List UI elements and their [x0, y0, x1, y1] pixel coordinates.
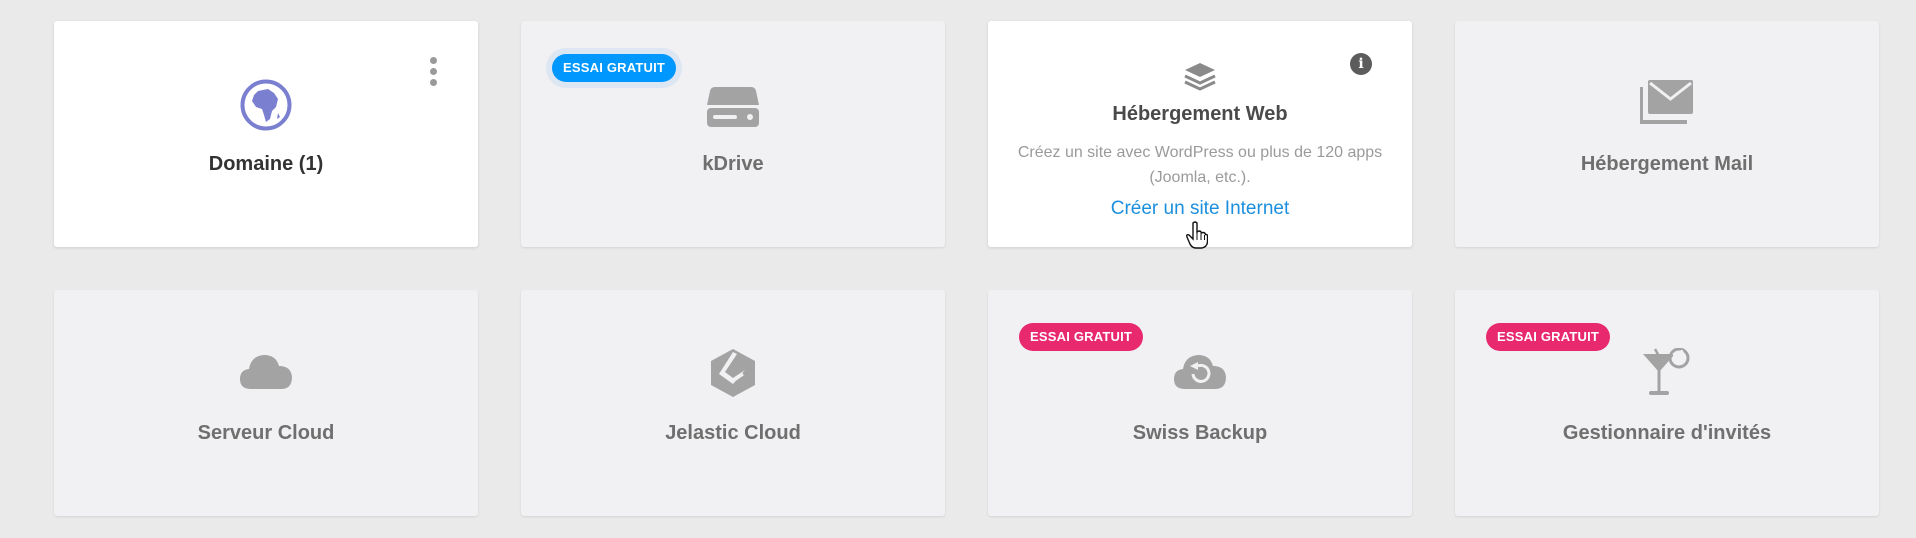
mail-icon: [1640, 79, 1694, 125]
drive-icon: [707, 85, 759, 127]
more-options-icon[interactable]: [428, 57, 438, 87]
product-title: Gestionnaire d'invités: [1562, 422, 1772, 444]
product-title: Hébergement Mail: [1580, 153, 1754, 175]
trial-badge: ESSAI GRATUIT: [1486, 323, 1611, 351]
globe-africa-icon: [240, 79, 292, 131]
cloud-icon: [239, 352, 293, 390]
cloud-backup-icon: [1173, 352, 1227, 390]
info-icon[interactable]: i: [1350, 53, 1372, 75]
create-website-link[interactable]: Créer un site Internet: [988, 198, 1412, 220]
product-title: Serveur Cloud: [197, 422, 335, 444]
layers-icon: [1183, 61, 1217, 95]
product-card-kdrive[interactable]: ESSAI GRATUIT kDrive: [521, 21, 945, 247]
product-card-swiss-backup[interactable]: ESSAI GRATUIT Swiss Backup: [988, 290, 1412, 516]
product-title: Domaine (1): [208, 153, 324, 175]
product-title: Swiss Backup: [1132, 422, 1268, 444]
product-card-serveur-cloud[interactable]: Serveur Cloud: [54, 290, 478, 516]
product-title: kDrive: [702, 153, 764, 175]
product-card-jelastic-cloud[interactable]: Jelastic Cloud: [521, 290, 945, 516]
hand-cursor-icon: [1186, 221, 1209, 254]
trial-badge: ESSAI GRATUIT: [552, 54, 677, 82]
product-card-hebergement-web[interactable]: i Hébergement Web Créez un site avec Wor…: [988, 21, 1412, 247]
cocktail-icon: [1641, 348, 1693, 400]
jelastic-icon: [709, 348, 757, 398]
product-description: Créez un site avec WordPress ou plus de …: [1017, 144, 1383, 186]
product-card-domaine[interactable]: Domaine (1): [54, 21, 478, 247]
trial-badge: ESSAI GRATUIT: [1019, 323, 1144, 351]
product-card-hebergement-mail[interactable]: Hébergement Mail: [1455, 21, 1879, 247]
product-title: Jelastic Cloud: [665, 422, 801, 444]
product-card-gestionnaire-invites[interactable]: ESSAI GRATUIT Gestionnaire d'invités: [1455, 290, 1879, 516]
product-title: Hébergement Web: [1112, 103, 1288, 125]
